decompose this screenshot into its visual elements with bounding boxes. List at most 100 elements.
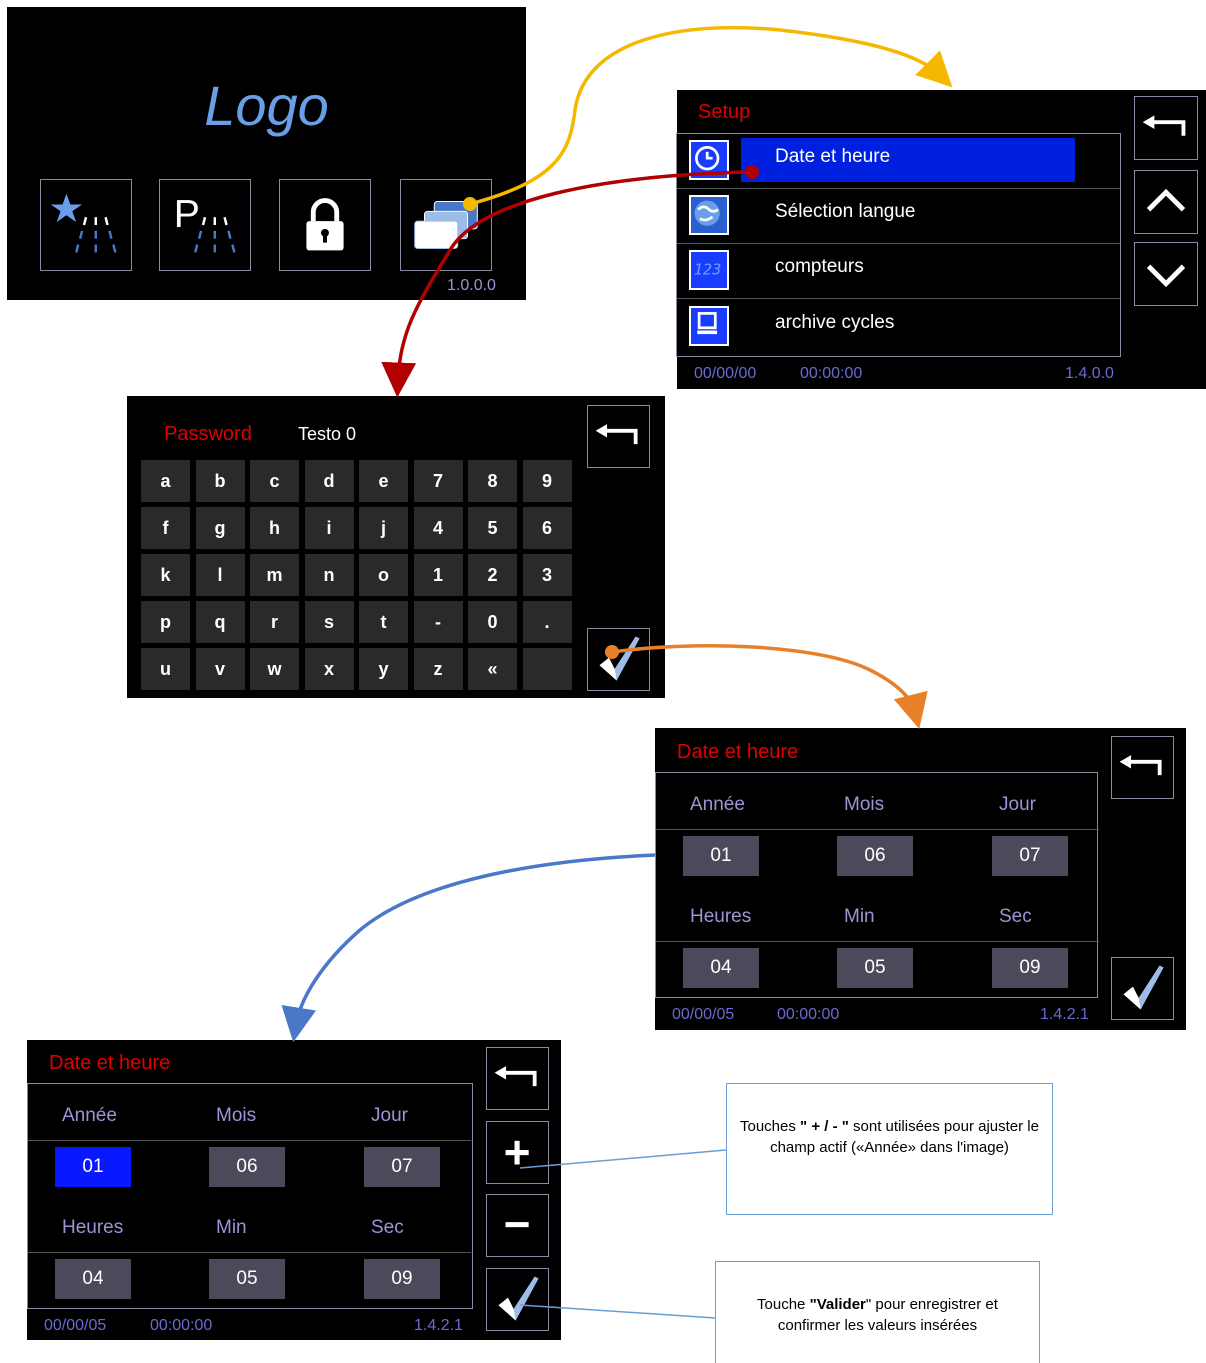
key-blank[interactable] (522, 648, 572, 690)
back-button[interactable] (1134, 96, 1198, 160)
datetime-title: Date et heure (677, 741, 799, 763)
field-value[interactable]: 04 (55, 1259, 131, 1299)
key[interactable]: j (359, 507, 408, 549)
favorite-program-button[interactable] (40, 179, 132, 271)
status-time: 00:00:00 (150, 1317, 213, 1334)
archive-icon (689, 306, 729, 346)
key[interactable]: 7 (413, 460, 463, 502)
back-arrow-icon (595, 424, 638, 445)
field-value-active[interactable]: 01 (55, 1147, 131, 1187)
callout-text: Touches (740, 1118, 801, 1135)
callout-validate: Touche "Valider" pour enregistrer et con… (715, 1261, 1040, 1363)
status-time: 00:00:00 (800, 365, 863, 382)
datetime-version: 1.4.2.1 (414, 1317, 463, 1334)
back-arrow-icon (494, 1066, 537, 1087)
key[interactable]: s (304, 601, 354, 643)
key[interactable]: 8 (468, 460, 517, 502)
status-date: 00/00/00 (694, 365, 757, 382)
setup-button[interactable] (400, 179, 492, 271)
field-value[interactable]: 09 (992, 948, 1068, 988)
key[interactable]: p (141, 601, 190, 643)
key[interactable]: « (468, 648, 517, 690)
row-separator (28, 1252, 471, 1253)
key[interactable]: 1 (413, 554, 463, 596)
key[interactable]: 4 (413, 507, 463, 549)
datetime-title: Date et heure (49, 1052, 171, 1074)
field-value[interactable]: 07 (364, 1147, 440, 1187)
favorite-program-icon (50, 193, 117, 253)
menu-item-compteurs[interactable]: 123 compteurs (677, 244, 1120, 299)
globe-icon (689, 195, 729, 235)
validate-button[interactable] (1111, 957, 1174, 1020)
key[interactable]: 9 (522, 460, 572, 502)
key[interactable]: . (522, 601, 572, 643)
key[interactable]: i (304, 507, 354, 549)
menu-item-label: Date et heure (775, 146, 891, 167)
field-value[interactable]: 07 (992, 836, 1068, 876)
field-label: Min (216, 1217, 247, 1238)
key[interactable]: z (413, 648, 463, 690)
field-value[interactable]: 04 (683, 948, 759, 988)
plus-button[interactable]: + (486, 1121, 549, 1184)
key[interactable]: v (195, 648, 245, 690)
setup-version: 1.4.0.0 (1065, 365, 1114, 382)
scroll-down-button[interactable] (1134, 242, 1198, 306)
field-value[interactable]: 01 (683, 836, 759, 876)
key[interactable]: q (195, 601, 245, 643)
field-value[interactable]: 05 (837, 948, 913, 988)
chevron-down-icon (1146, 264, 1186, 288)
validate-button[interactable] (486, 1268, 549, 1331)
key[interactable]: g (195, 507, 245, 549)
key[interactable]: u (141, 648, 190, 690)
field-value[interactable]: 06 (209, 1147, 285, 1187)
field-value[interactable]: 06 (837, 836, 913, 876)
back-button[interactable] (587, 405, 650, 468)
back-button[interactable] (1111, 736, 1174, 799)
menu-item-date-et-heure[interactable]: Date et heure (677, 134, 1120, 189)
minus-button[interactable]: − (486, 1194, 549, 1257)
password-field[interactable]: Testo 0 (298, 424, 356, 445)
back-button[interactable] (486, 1047, 549, 1110)
key[interactable]: r (250, 601, 299, 643)
key[interactable]: y (359, 648, 408, 690)
checkmark-icon (1123, 965, 1164, 1010)
field-label: Année (62, 1105, 117, 1126)
key[interactable]: f (141, 507, 190, 549)
setup-title: Setup (698, 101, 751, 123)
key[interactable]: k (141, 554, 190, 596)
key[interactable]: 3 (522, 554, 572, 596)
key[interactable]: d (304, 460, 354, 502)
field-label: Jour (371, 1105, 408, 1126)
program-p-icon: P (174, 193, 236, 253)
lock-button[interactable] (279, 179, 371, 271)
program-p-button[interactable]: P (159, 179, 251, 271)
key[interactable]: w (250, 648, 299, 690)
key[interactable]: 2 (468, 554, 517, 596)
key[interactable]: - (413, 601, 463, 643)
field-value[interactable]: 09 (364, 1259, 440, 1299)
field-label: Mois (844, 794, 885, 815)
key[interactable]: m (250, 554, 299, 596)
key[interactable]: 6 (522, 507, 572, 549)
key[interactable]: t (359, 601, 408, 643)
field-label: Jour (999, 794, 1036, 815)
key[interactable]: a (141, 460, 190, 502)
key[interactable]: e (359, 460, 408, 502)
key[interactable]: c (250, 460, 299, 502)
key[interactable]: n (304, 554, 354, 596)
svg-text:123: 123 (694, 261, 722, 279)
scroll-up-button[interactable] (1134, 170, 1198, 234)
key[interactable]: x (304, 648, 354, 690)
field-value[interactable]: 05 (209, 1259, 285, 1299)
key[interactable]: b (195, 460, 245, 502)
key[interactable]: o (359, 554, 408, 596)
key[interactable]: h (250, 507, 299, 549)
lock-icon (306, 198, 344, 251)
key[interactable]: 5 (468, 507, 517, 549)
validate-button[interactable] (587, 628, 650, 691)
key[interactable]: 0 (468, 601, 517, 643)
key[interactable]: l (195, 554, 245, 596)
menu-item-archive-cycles[interactable]: archive cycles (677, 300, 1120, 355)
menu-item-selection-langue[interactable]: Sélection langue (677, 189, 1120, 244)
field-label: Sec (371, 1217, 404, 1238)
